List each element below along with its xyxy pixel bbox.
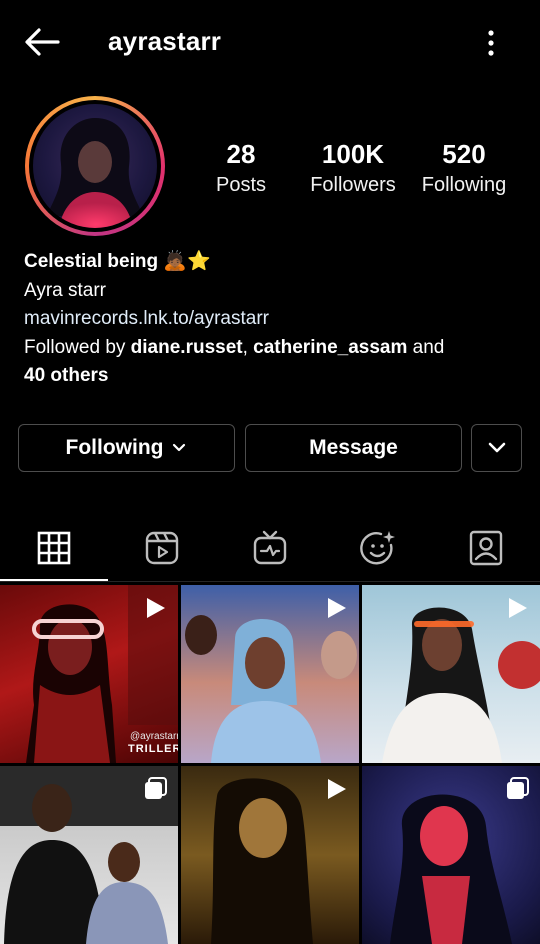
avatar-frame bbox=[29, 100, 161, 232]
igtv-icon[interactable] bbox=[250, 528, 290, 568]
video-icon bbox=[328, 598, 346, 618]
post-thumbnail[interactable] bbox=[181, 585, 359, 763]
followed-by-prefix: Followed by bbox=[24, 336, 131, 358]
chevron-down-icon bbox=[173, 443, 186, 452]
posts-count: 28 bbox=[226, 139, 256, 169]
suggested-accounts-button[interactable] bbox=[471, 424, 522, 472]
post-watermark: @ayrastarr bbox=[130, 731, 178, 742]
arrow-left-icon[interactable] bbox=[22, 26, 62, 58]
following-button[interactable]: Following bbox=[18, 424, 235, 472]
avatar[interactable] bbox=[25, 96, 165, 236]
carousel-icon bbox=[507, 777, 529, 799]
reels-icon[interactable] bbox=[142, 528, 182, 568]
tagged-icon[interactable] bbox=[466, 528, 506, 568]
followers-stat[interactable]: 100K Followers bbox=[300, 138, 406, 200]
followers-count: 100K bbox=[321, 139, 385, 169]
active-tab-indicator bbox=[0, 579, 108, 581]
more-vertical-icon[interactable] bbox=[478, 28, 504, 58]
following-stat[interactable]: 520 Following bbox=[414, 138, 514, 200]
mutual-follower-1[interactable]: diane.russet bbox=[131, 337, 243, 358]
post-thumbnail[interactable]: @ayrastarr TRILLER bbox=[0, 585, 178, 763]
post-thumbnail[interactable] bbox=[0, 766, 178, 944]
bio-link[interactable]: mavinrecords.lnk.to/ayrastarr bbox=[24, 305, 524, 334]
carousel-icon bbox=[145, 777, 167, 799]
profile-username: ayrastarr bbox=[108, 26, 222, 56]
following-count: 520 bbox=[442, 139, 486, 169]
mutual-followers-others[interactable]: 40 others bbox=[24, 365, 108, 386]
message-button[interactable]: Message bbox=[245, 424, 462, 472]
post-thumbnail[interactable] bbox=[362, 766, 540, 944]
posts-label: Posts bbox=[215, 174, 267, 196]
profile-bio: Celestial being 🙇🏾⭐ Ayra starr mavinreco… bbox=[24, 248, 524, 391]
message-button-label: Message bbox=[309, 436, 398, 459]
effects-icon[interactable] bbox=[358, 528, 398, 568]
followed-by-and: and bbox=[407, 336, 445, 358]
profile-tabs bbox=[0, 520, 540, 582]
followed-by-separator: , bbox=[242, 336, 254, 358]
bio-headline: Celestial being 🙇🏾⭐ bbox=[24, 251, 211, 272]
following-button-label: Following bbox=[65, 436, 164, 459]
post-thumbnail[interactable] bbox=[362, 585, 540, 763]
video-icon bbox=[328, 779, 346, 799]
post-thumbnail[interactable] bbox=[181, 766, 359, 944]
mutual-follower-2[interactable]: catherine_assam bbox=[253, 337, 407, 358]
video-icon bbox=[509, 598, 527, 618]
followers-label: Followers bbox=[310, 174, 396, 196]
video-icon bbox=[147, 598, 165, 618]
chevron-down-icon bbox=[488, 442, 505, 453]
post-overlay-text: TRILLER bbox=[128, 743, 178, 755]
followed-by[interactable]: Followed by diane.russet, catherine_assa… bbox=[24, 334, 524, 363]
posts-stat[interactable]: 28 Posts bbox=[206, 138, 276, 200]
bio-name: Ayra starr bbox=[24, 279, 107, 301]
grid-icon[interactable] bbox=[34, 528, 74, 568]
avatar-image bbox=[33, 104, 157, 228]
top-bar: ayrastarr bbox=[0, 0, 540, 86]
following-label: Following bbox=[421, 174, 507, 196]
tabs-divider bbox=[0, 581, 540, 582]
